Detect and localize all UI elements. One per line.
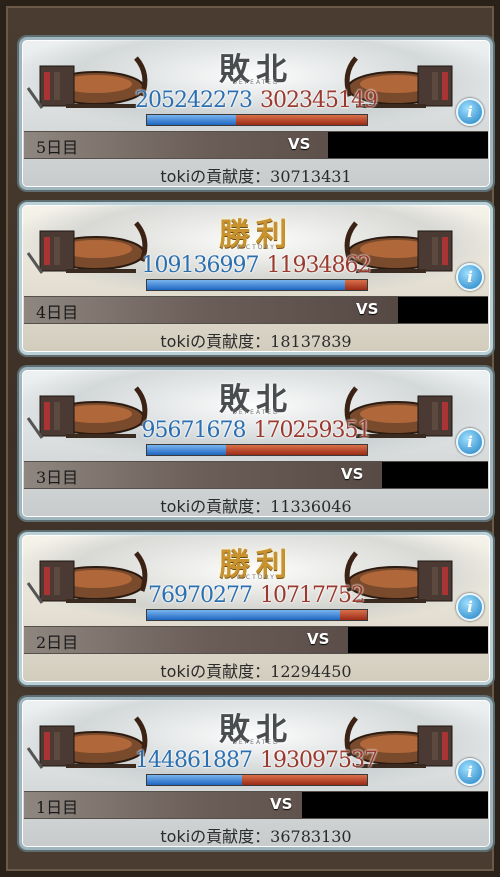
contribution-label: tokiの貢献度： bbox=[160, 332, 271, 351]
contribution-line: tokiの貢献度：12294450 bbox=[22, 658, 490, 682]
battle-result-subtitle: DEFEATED bbox=[232, 739, 280, 746]
contribution-value: 11336046 bbox=[270, 497, 352, 516]
info-button[interactable]: i bbox=[456, 98, 484, 126]
battle-result-subtitle: VICTORY bbox=[236, 574, 276, 581]
battle-result-card[interactable]: 勝利 VICTORY 109136997 11934862 i 4日目 VS to… bbox=[19, 202, 493, 355]
matchup-row: 2日目 VS bbox=[24, 626, 488, 654]
contribution-label: tokiの貢献度： bbox=[160, 827, 271, 846]
contribution-value: 12294450 bbox=[270, 662, 352, 681]
matchup-row: 3日目 VS bbox=[24, 461, 488, 489]
contribution-label: tokiの貢献度： bbox=[160, 497, 271, 516]
battle-result-card[interactable]: 敗北 DEFEATED 95671678 170259351 i 3日目 VS t… bbox=[19, 367, 493, 520]
opponent-score: 193097537 bbox=[260, 748, 378, 773]
battle-result-subtitle: VICTORY bbox=[236, 244, 276, 251]
opponent-score-fill bbox=[345, 280, 367, 290]
score-line: 76970277 10717752 bbox=[22, 583, 490, 608]
opponent-score: 170259351 bbox=[253, 418, 372, 443]
opponent-score-fill bbox=[235, 115, 367, 125]
vs-label: VS bbox=[341, 465, 364, 483]
contribution-line: tokiの貢献度：36783130 bbox=[22, 823, 490, 847]
redacted-opponent-name bbox=[348, 627, 488, 653]
opponent-score: 302345149 bbox=[260, 88, 378, 113]
day-label: 3日目 bbox=[36, 468, 79, 487]
own-score-fill bbox=[147, 775, 242, 785]
opponent-score-fill bbox=[340, 610, 367, 620]
own-score: 109136997 bbox=[141, 253, 260, 278]
redacted-opponent-name bbox=[398, 297, 488, 323]
day-label: 5日目 bbox=[36, 138, 79, 157]
vs-label: VS bbox=[356, 300, 379, 318]
own-score: 95671678 bbox=[141, 418, 247, 443]
day-label: 1日目 bbox=[36, 798, 79, 817]
score-line: 205242273 302345149 bbox=[22, 88, 490, 113]
score-line: 144861887 193097537 bbox=[22, 748, 490, 773]
redacted-opponent-name bbox=[302, 792, 488, 818]
matchup-row: 5日目 VS bbox=[24, 131, 488, 159]
own-score-fill bbox=[147, 280, 345, 290]
contribution-line: tokiの貢献度：30713431 bbox=[22, 163, 490, 187]
contribution-value: 18137839 bbox=[270, 332, 352, 351]
score-comparison-bar bbox=[146, 444, 368, 456]
opponent-score: 10717752 bbox=[260, 583, 365, 608]
info-button[interactable]: i bbox=[456, 428, 484, 456]
own-score: 76970277 bbox=[148, 583, 253, 608]
score-comparison-bar bbox=[146, 114, 368, 126]
own-score-fill bbox=[147, 115, 236, 125]
own-score: 144861887 bbox=[135, 748, 253, 773]
day-label: 2日目 bbox=[36, 633, 79, 652]
battle-result-card[interactable]: 敗北 DEFEATED 144861887 193097537 i 1日目 VS … bbox=[19, 697, 493, 850]
opponent-score: 11934862 bbox=[266, 253, 372, 278]
info-button[interactable]: i bbox=[456, 263, 484, 291]
contribution-value: 36783130 bbox=[270, 827, 352, 846]
opponent-score-fill bbox=[226, 445, 367, 455]
battle-history-list: 敗北 DEFEATED 205242273 302345149 i 5日目 VS … bbox=[19, 37, 493, 862]
battle-result-card[interactable]: 敗北 DEFEATED 205242273 302345149 i 5日目 VS … bbox=[19, 37, 493, 190]
own-score-fill bbox=[147, 445, 227, 455]
contribution-line: tokiの貢献度：11336046 bbox=[22, 493, 490, 517]
score-comparison-bar bbox=[146, 609, 368, 621]
contribution-value: 30713431 bbox=[270, 167, 352, 186]
redacted-opponent-name bbox=[382, 462, 488, 488]
own-score-fill bbox=[147, 610, 341, 620]
info-button[interactable]: i bbox=[456, 758, 484, 786]
info-button[interactable]: i bbox=[456, 593, 484, 621]
matchup-row: 4日目 VS bbox=[24, 296, 488, 324]
opponent-score-fill bbox=[241, 775, 367, 785]
contribution-label: tokiの貢献度： bbox=[160, 662, 271, 681]
vs-label: VS bbox=[307, 630, 330, 648]
battle-result-card[interactable]: 勝利 VICTORY 76970277 10717752 i 2日目 VS tok… bbox=[19, 532, 493, 685]
redacted-opponent-name bbox=[328, 132, 488, 158]
battle-result-subtitle: DEFEATED bbox=[232, 79, 280, 86]
score-line: 109136997 11934862 bbox=[22, 253, 490, 278]
vs-label: VS bbox=[270, 795, 293, 813]
window-frame: 敗北 DEFEATED 205242273 302345149 i 5日目 VS … bbox=[0, 0, 500, 877]
own-score: 205242273 bbox=[135, 88, 253, 113]
battle-result-subtitle: DEFEATED bbox=[232, 409, 280, 416]
score-line: 95671678 170259351 bbox=[22, 418, 490, 443]
score-comparison-bar bbox=[146, 279, 368, 291]
day-label: 4日目 bbox=[36, 303, 79, 322]
contribution-label: tokiの貢献度： bbox=[160, 167, 271, 186]
score-comparison-bar bbox=[146, 774, 368, 786]
contribution-line: tokiの貢献度：18137839 bbox=[22, 328, 490, 352]
vs-label: VS bbox=[288, 135, 311, 153]
matchup-row: 1日目 VS bbox=[24, 791, 488, 819]
